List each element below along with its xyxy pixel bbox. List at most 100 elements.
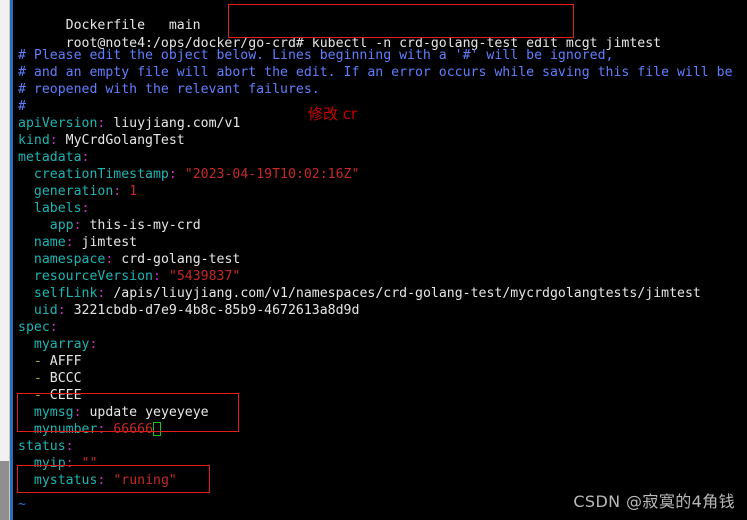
yaml-key: creationTimestamp xyxy=(33,167,169,182)
yaml-indent xyxy=(18,167,34,182)
yaml-key: mymsg xyxy=(33,405,74,420)
yaml-colon: : xyxy=(81,150,90,165)
tab-title-line: Dockerfile main xyxy=(18,0,201,33)
yaml-line[interactable]: - AFFF xyxy=(18,353,82,370)
yaml-colon: : xyxy=(65,439,74,454)
yaml-indent xyxy=(18,422,34,437)
text-cursor xyxy=(153,422,162,436)
yaml-colon: : xyxy=(57,303,66,318)
yaml-indent xyxy=(18,303,34,318)
yaml-key: uid xyxy=(33,303,58,318)
yaml-line[interactable]: mystatus: "runing" xyxy=(18,472,177,489)
yaml-value: this-is-my-crd xyxy=(81,218,201,233)
comment-line-4: # xyxy=(18,99,26,114)
yaml-line[interactable]: myip: "" xyxy=(18,455,98,472)
yaml-indent xyxy=(18,473,34,488)
yaml-indent xyxy=(18,235,34,250)
yaml-value: 1 xyxy=(121,184,138,199)
yaml-indent xyxy=(18,337,34,352)
yaml-line[interactable]: selfLink: /apis/liuyjiang.com/v1/namespa… xyxy=(18,285,701,302)
annotation-note-modify-cr: 修改 cr xyxy=(308,105,358,123)
vim-empty-marker-1: ~ xyxy=(18,497,26,512)
yaml-indent xyxy=(18,218,50,233)
yaml-key: myarray xyxy=(33,337,90,352)
yaml-line[interactable]: - CEEE xyxy=(18,387,82,404)
yaml-indent xyxy=(18,286,34,301)
yaml-key: mystatus xyxy=(33,473,98,488)
yaml-indent xyxy=(18,201,34,216)
yaml-key: labels xyxy=(33,201,82,216)
yaml-line[interactable]: myarray: xyxy=(18,336,98,353)
yaml-value: 66666 xyxy=(105,422,154,437)
comment-line-2: # and an empty file will abort the edit.… xyxy=(18,65,733,80)
yaml-line[interactable]: status: xyxy=(18,438,74,455)
yaml-key: selfLink xyxy=(33,286,98,301)
yaml-value: crd-golang-test xyxy=(113,252,241,267)
yaml-value: MyCrdGolangTest xyxy=(57,133,185,148)
yaml-key: apiVersion xyxy=(18,116,98,131)
yaml-key: generation xyxy=(33,184,114,199)
yaml-line[interactable]: mymsg: update yeyeyeye xyxy=(18,404,209,421)
yaml-indent xyxy=(18,388,34,403)
yaml-seq-dash: - xyxy=(33,354,50,369)
yaml-value: "" xyxy=(73,456,98,471)
yaml-colon: : xyxy=(73,405,82,420)
yaml-seq-value: BCCC xyxy=(49,371,82,386)
yaml-indent xyxy=(18,371,34,386)
yaml-colon: : xyxy=(89,337,98,352)
terminal-output[interactable]: Dockerfile main root@note4:/ops/docker/g… xyxy=(13,0,747,520)
yaml-indent xyxy=(18,456,34,471)
yaml-line[interactable]: labels: xyxy=(18,200,90,217)
yaml-value: "5439837" xyxy=(160,269,241,284)
yaml-key: mynumber xyxy=(33,422,98,437)
yaml-line[interactable]: namespace: crd-golang-test xyxy=(18,251,240,268)
yaml-colon: : xyxy=(152,269,161,284)
terminal-screenshot: Dockerfile main root@note4:/ops/docker/g… xyxy=(0,0,747,520)
yaml-value: update yeyeyeye xyxy=(81,405,209,420)
yaml-value: /apis/liuyjiang.com/v1/namespaces/crd-go… xyxy=(105,286,701,301)
yaml-line[interactable]: spec: xyxy=(18,319,58,336)
yaml-line[interactable]: mynumber: 66666 xyxy=(18,421,162,438)
yaml-key: app xyxy=(49,218,74,233)
comment-line-1: # Please edit the object below. Lines be… xyxy=(18,48,614,63)
yaml-value: "2023-04-19T10:02:16Z" xyxy=(176,167,360,182)
yaml-line[interactable]: uid: 3221cbdb-d7e9-4b8c-85b9-4672613a8d9… xyxy=(18,302,360,319)
yaml-colon: : xyxy=(49,133,58,148)
yaml-line[interactable]: generation: 1 xyxy=(18,183,137,200)
yaml-line[interactable]: creationTimestamp: "2023-04-19T10:02:16Z… xyxy=(18,166,360,183)
yaml-line[interactable]: kind: MyCrdGolangTest xyxy=(18,132,185,149)
yaml-colon: : xyxy=(73,218,82,233)
yaml-colon: : xyxy=(49,320,58,335)
yaml-seq-value: CEEE xyxy=(49,388,82,403)
yaml-line[interactable]: resourceVersion: "5439837" xyxy=(18,268,240,285)
yaml-indent xyxy=(18,405,34,420)
watermark: CSDN @寂寞的4角钱 xyxy=(573,492,735,511)
yaml-seq-value: AFFF xyxy=(49,354,82,369)
yaml-value: 3221cbdb-d7e9-4b8c-85b9-4672613a8d9d xyxy=(65,303,360,318)
scrollbar-thumb[interactable] xyxy=(0,461,9,520)
vim-empty-marker-2: ~ xyxy=(18,513,26,520)
yaml-indent xyxy=(18,354,34,369)
yaml-line[interactable]: name: jimtest xyxy=(18,234,137,251)
yaml-line[interactable]: app: this-is-my-crd xyxy=(18,217,201,234)
yaml-key: spec xyxy=(18,320,50,335)
yaml-value: "runing" xyxy=(105,473,177,488)
yaml-colon: : xyxy=(168,167,177,182)
yaml-indent xyxy=(18,184,34,199)
yaml-key: status xyxy=(18,439,66,454)
yaml-seq-dash: - xyxy=(33,388,50,403)
scrollbar-track[interactable] xyxy=(0,0,10,520)
yaml-colon: : xyxy=(65,235,74,250)
yaml-key: metadata xyxy=(18,150,82,165)
yaml-key: namespace xyxy=(33,252,106,267)
yaml-line[interactable]: metadata: xyxy=(18,149,89,166)
yaml-colon: : xyxy=(81,201,90,216)
yaml-line[interactable]: apiVersion: liuyjiang.com/v1 xyxy=(18,115,240,132)
yaml-key: kind xyxy=(18,133,50,148)
yaml-key: resourceVersion xyxy=(33,269,153,284)
yaml-key: name xyxy=(33,235,66,250)
prompt-line: root@note4:/ops/docker/go-crd# kubectl -… xyxy=(18,18,661,51)
yaml-line[interactable]: - BCCC xyxy=(18,370,82,387)
yaml-indent xyxy=(18,252,34,267)
yaml-key: myip xyxy=(33,456,66,471)
